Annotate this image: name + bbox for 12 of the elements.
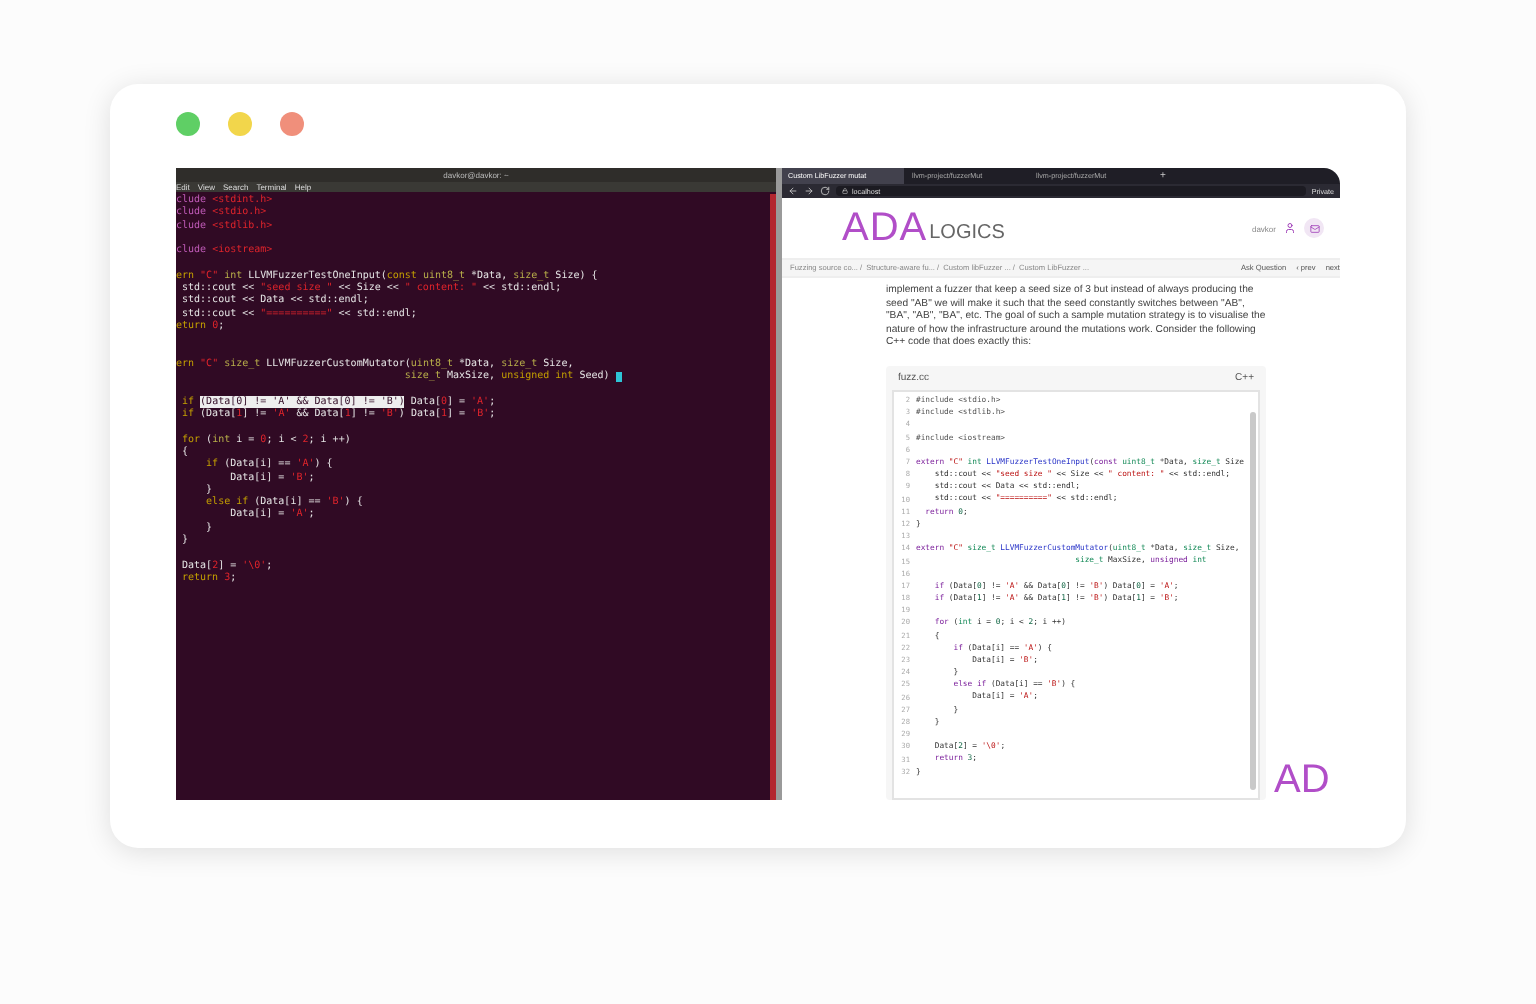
- forward-icon[interactable]: [804, 186, 814, 196]
- logo-text[interactable]: ADA: [842, 205, 928, 251]
- logo-subtext[interactable]: LOGICS: [929, 222, 1005, 244]
- window-dot[interactable]: [280, 112, 304, 136]
- back-icon[interactable]: [788, 186, 798, 196]
- lock-icon: [842, 188, 848, 194]
- footer-logo: AD: [1274, 760, 1330, 800]
- mail-icon[interactable]: [1304, 218, 1324, 238]
- reload-icon[interactable]: [820, 186, 830, 196]
- user-icon[interactable]: [1284, 222, 1296, 234]
- window-dot[interactable]: [176, 112, 200, 136]
- window-dot[interactable]: [228, 112, 252, 136]
